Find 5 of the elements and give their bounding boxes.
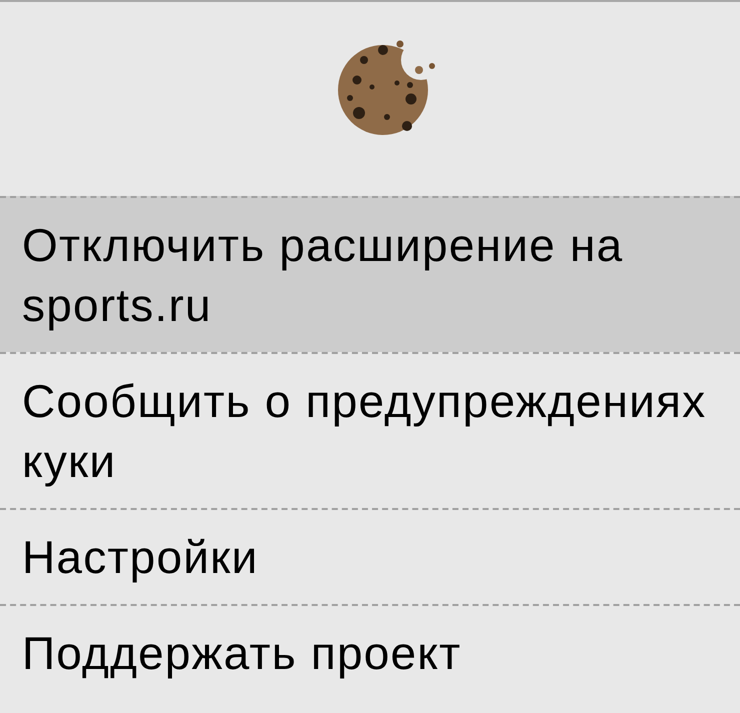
menu-item[interactable]: Сообщить о предупреждениях куки [0,352,740,508]
menu-item[interactable]: Отключить расширение на sports.ru [0,196,740,352]
cookie-icon [337,40,437,136]
menu-item[interactable]: Поддержать проект [0,604,740,700]
menu-item[interactable]: Настройки [0,508,740,604]
